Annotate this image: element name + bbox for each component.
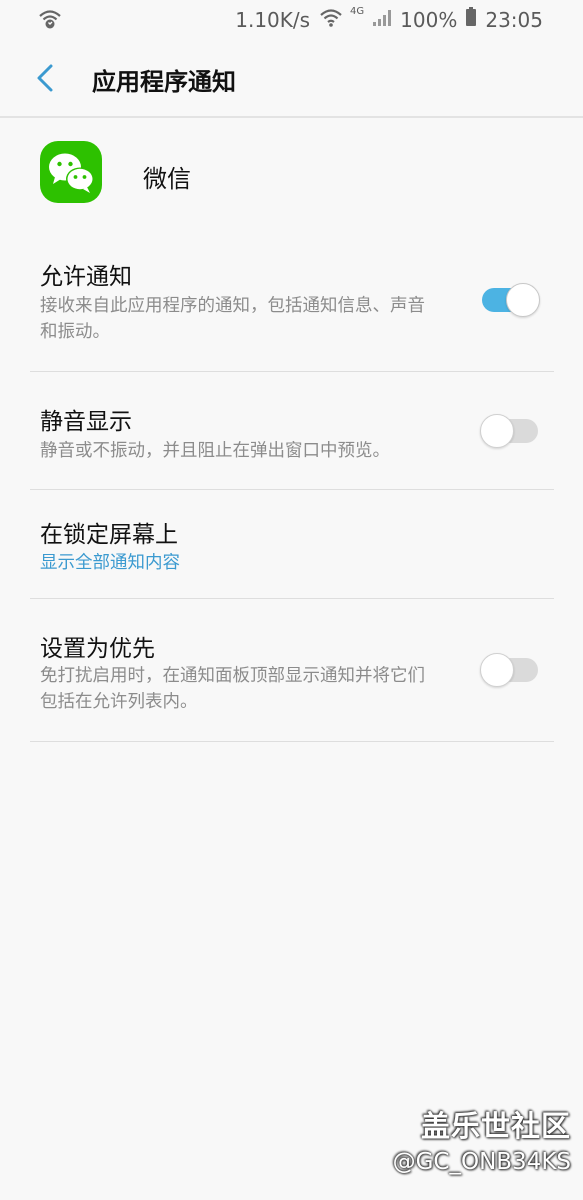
wifi-calling-icon — [38, 8, 62, 35]
priority-toggle[interactable] — [480, 653, 540, 687]
signal-icon — [372, 8, 392, 32]
setting-lock-screen[interactable]: 在锁定屏幕上 显示全部通知内容 — [0, 490, 583, 598]
watermark: 盖乐世社区 @GC_ONB34KS — [393, 1103, 571, 1175]
notification-settings-page: 1.10K/s 4G 100% 23:05 应用程序通知 微信 允许通知 接收来… — [0, 0, 583, 1200]
divider — [30, 741, 554, 742]
app-header: 微信 — [0, 130, 583, 220]
setting-title: 在锁定屏幕上 — [40, 522, 178, 548]
setting-value: 显示全部通知内容 — [40, 553, 180, 573]
allow-notifications-toggle[interactable] — [480, 283, 540, 317]
chevron-left-icon — [30, 64, 64, 102]
setting-silent-display[interactable]: 静音显示 静音或不振动，并且阻止在弹出窗口中预览。 — [0, 372, 583, 490]
page-title: 应用程序通知 — [92, 68, 236, 96]
toggle-knob — [480, 414, 514, 448]
app-name: 微信 — [143, 165, 191, 193]
toggle-knob — [506, 283, 540, 317]
network-type: 4G — [350, 6, 365, 17]
battery-icon — [465, 7, 477, 32]
setting-description: 接收来自此应用程序的通知，包括通知信息、声音和振动。 — [40, 296, 425, 342]
clock: 23:05 — [485, 7, 543, 32]
app-bar: 应用程序通知 — [0, 40, 583, 118]
network-speed: 1.10K/s — [235, 7, 311, 32]
toggle-knob — [480, 653, 514, 687]
wifi-icon — [320, 8, 342, 32]
status-bar: 1.10K/s 4G 100% 23:05 — [0, 0, 583, 40]
setting-title: 静音显示 — [40, 409, 132, 435]
setting-title: 设置为优先 — [40, 636, 155, 662]
wechat-icon — [40, 141, 102, 203]
setting-description: 免打扰启用时，在通知面板顶部显示通知并将它们包括在允许列表内。 — [40, 666, 425, 712]
watermark-handle: @GC_ONB34KS — [392, 1149, 571, 1175]
setting-description: 静音或不振动，并且阻止在弹出窗口中预览。 — [40, 441, 390, 461]
status-right: 1.10K/s 4G 100% 23:05 — [235, 6, 543, 32]
silent-display-toggle[interactable] — [480, 414, 540, 448]
back-button[interactable] — [30, 58, 64, 98]
setting-priority[interactable]: 设置为优先 免打扰启用时，在通知面板顶部显示通知并将它们包括在允许列表内。 — [0, 599, 583, 741]
watermark-title: 盖乐世社区 — [420, 1109, 571, 1143]
battery-level: 100% — [400, 7, 458, 32]
setting-title: 允许通知 — [40, 264, 132, 290]
setting-allow-notifications[interactable]: 允许通知 接收来自此应用程序的通知，包括通知信息、声音和振动。 — [0, 245, 583, 372]
